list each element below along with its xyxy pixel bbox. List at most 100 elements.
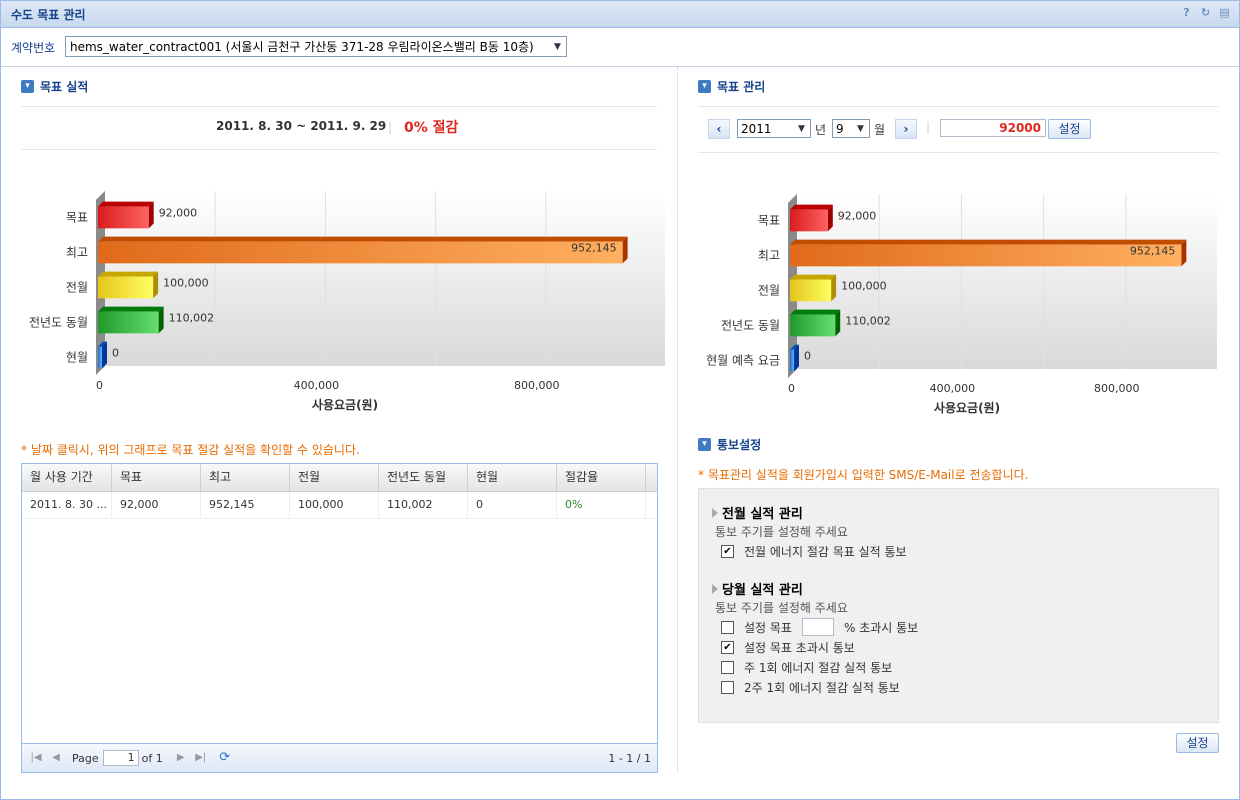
bar	[790, 244, 1182, 267]
collapse-icon[interactable]: ▾	[698, 80, 711, 93]
bar	[98, 311, 159, 334]
column-header[interactable]: 절감율	[557, 464, 646, 491]
checkbox-goal-exceed[interactable]: ✔ 설정 목표 초과시 통보	[721, 639, 855, 656]
category-label: 최고	[758, 249, 780, 263]
help-icon[interactable]: ?	[1180, 6, 1193, 19]
first-page-icon[interactable]: |◀	[28, 750, 44, 766]
column-header[interactable]: 목표	[112, 464, 201, 491]
performance-grid: 월 사용 기간 목표 최고 전월 전년도 동월 현월 절감율 2011. 8. 30 ...…	[21, 463, 658, 773]
category-label: 최고	[66, 246, 88, 260]
percent-input[interactable]	[801, 618, 834, 636]
contract-bar: 계약번호 hems_water_contract001 (서울시 금천구 가산동…	[1, 28, 1239, 67]
data-label: 100,000	[841, 280, 887, 293]
data-label: 92,000	[838, 210, 877, 223]
data-label: 0	[112, 347, 119, 360]
next-month-button[interactable]: ›	[895, 119, 917, 139]
tick-label: 0	[788, 382, 795, 395]
divider	[698, 106, 1218, 107]
bar-top	[98, 271, 159, 277]
set-goal-button[interactable]: 설정	[1048, 119, 1091, 139]
table-cell: 952,145	[201, 492, 290, 518]
bar-top	[98, 201, 154, 207]
category-label: 전월	[66, 281, 88, 295]
checkbox[interactable]	[721, 620, 734, 634]
bar	[98, 346, 102, 369]
data-label: 100,000	[163, 277, 209, 290]
month-value: 9	[836, 121, 844, 136]
group-subtitle: 통보 주기를 설정해 주세요	[715, 525, 848, 539]
save-notification-button[interactable]: 설정	[1176, 733, 1219, 753]
checkbox-label: 설정 목표 초과시 통보	[744, 641, 855, 655]
prev-page-icon[interactable]: ◀	[48, 750, 64, 766]
cur-month-group-title: 당월 실적 관리	[712, 579, 803, 598]
month-suffix: 월	[874, 123, 886, 137]
bar-top	[790, 204, 833, 210]
bar-top	[790, 239, 1187, 245]
page-input[interactable]: 1	[102, 750, 139, 766]
checkbox[interactable]	[721, 661, 734, 674]
column-header[interactable]: 최고	[201, 464, 290, 491]
goal-input[interactable]: 92000	[940, 119, 1046, 137]
x-axis-label: 사용요금(원)	[934, 400, 1000, 415]
month-select[interactable]: 9 ▼	[832, 119, 870, 138]
refresh-icon[interactable]: ⟳	[217, 750, 233, 766]
checkbox[interactable]	[721, 681, 734, 694]
divider	[698, 152, 1218, 153]
year-select[interactable]: 2011 ▼	[737, 119, 811, 138]
category-label: 현월 예측 요금	[706, 354, 780, 368]
triangle-icon	[712, 507, 718, 518]
section-title: 목표 실적	[40, 80, 89, 94]
checkbox-label: 주 1회 에너지 절감 실적 통보	[744, 661, 893, 675]
section-goal-management[interactable]: ▾ 목표 관리	[698, 78, 765, 95]
year-value: 2011	[741, 121, 772, 136]
page-summary: 1 - 1 / 1	[608, 751, 651, 765]
bar	[98, 276, 154, 299]
window-title: 수도 목표 관리	[11, 8, 86, 22]
checkbox-weekly[interactable]: 주 1회 에너지 절감 실적 통보	[721, 659, 892, 676]
restore-icon[interactable]: ▤	[1218, 6, 1231, 19]
divider	[21, 106, 657, 107]
title-bar: 수도 목표 관리 ? ↻ ▤	[1, 1, 1239, 28]
section-notification[interactable]: ▾ 통보설정	[698, 436, 761, 453]
next-page-icon[interactable]: ▶	[173, 750, 189, 766]
table-cell: 0%	[557, 492, 646, 518]
page-label: Page	[72, 751, 99, 765]
table-cell: 0	[468, 492, 557, 518]
column-header[interactable]: 전월	[290, 464, 379, 491]
checkbox-label: 전월 에너지 절감 목표 실적 통보	[744, 545, 907, 559]
checkbox[interactable]: ✔	[721, 641, 734, 654]
section-goal-performance[interactable]: ▾ 목표 실적	[21, 78, 88, 95]
bar-top	[790, 274, 837, 280]
checkbox-biweekly[interactable]: 2주 1회 에너지 절감 실적 통보	[721, 679, 900, 696]
checkbox-percent-exceed[interactable]: 설정 목표 % 초과시 통보	[721, 618, 918, 636]
column-header[interactable]: 전년도 동월	[379, 464, 468, 491]
bar	[790, 209, 828, 232]
chevron-down-icon[interactable]: ▼	[852, 120, 869, 137]
last-page-icon[interactable]: ▶|	[193, 750, 209, 766]
collapse-icon[interactable]: ▾	[21, 80, 34, 93]
bar	[98, 241, 623, 264]
contract-label: 계약번호	[11, 41, 56, 55]
data-label: 110,002	[169, 312, 215, 325]
divider	[21, 149, 657, 150]
tick-label: 800,000	[1094, 382, 1140, 395]
column-header[interactable]: 현월	[468, 464, 557, 491]
refresh-icon[interactable]: ↻	[1199, 6, 1212, 19]
hint-text: * 날짜 클릭시, 위의 그래프로 목표 절감 실적을 확인할 수 있습니다.	[21, 443, 360, 457]
table-cell: 110,002	[379, 492, 468, 518]
checkbox[interactable]: ✔	[721, 545, 734, 558]
data-label: 92,000	[159, 207, 198, 220]
checkbox-prev-month-notify[interactable]: ✔ 전월 에너지 절감 목표 실적 통보	[721, 543, 907, 560]
bar	[790, 314, 836, 337]
table-cell: 92,000	[112, 492, 201, 518]
table-row[interactable]: 2011. 8. 30 ... 92,000 952,145 100,000 110,0…	[22, 492, 657, 519]
period-text: 2011. 8. 30 ~ 2011. 9. 29	[216, 119, 387, 133]
chevron-down-icon[interactable]: ▼	[793, 120, 810, 137]
category-label: 현월	[66, 351, 88, 365]
column-header[interactable]: 월 사용 기간	[22, 464, 112, 491]
contract-select[interactable]: hems_water_contract001 (서울시 금천구 가산동 371-…	[65, 36, 567, 57]
chevron-down-icon[interactable]: ▼	[549, 37, 566, 56]
notification-box: 전월 실적 관리 통보 주기를 설정해 주세요 ✔ 전월 에너지 절감 목표 실…	[698, 488, 1219, 723]
prev-month-button[interactable]: ‹	[708, 119, 730, 139]
collapse-icon[interactable]: ▾	[698, 438, 711, 451]
